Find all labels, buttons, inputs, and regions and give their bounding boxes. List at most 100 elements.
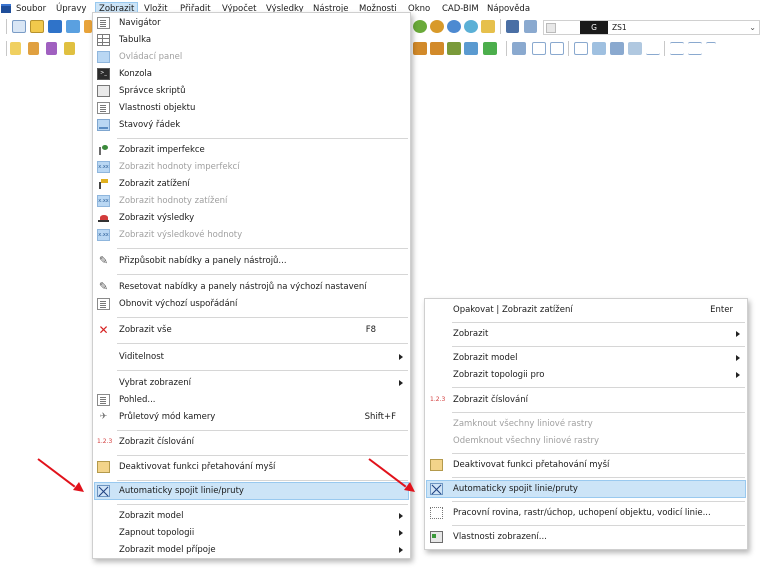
select-icon[interactable] xyxy=(10,42,21,55)
menu-item-object-properties[interactable]: Vlastnosti objektu xyxy=(93,100,410,116)
save-icon[interactable] xyxy=(48,20,62,33)
draw-icon[interactable] xyxy=(28,42,39,55)
print-icon[interactable] xyxy=(84,20,92,33)
menu-item-customize[interactable]: ✎ Přizpůsobit nabídky a panely nástrojů.… xyxy=(93,253,410,269)
menu-item-show-all[interactable]: ✕ Zobrazit vše F8 xyxy=(93,322,410,338)
plane-icon[interactable] xyxy=(550,42,564,55)
cloud-icon[interactable] xyxy=(592,42,606,55)
menu-item-visibility[interactable]: Viditelnost xyxy=(93,349,410,365)
support-icon[interactable] xyxy=(512,42,526,55)
context-item-show[interactable]: Zobrazit xyxy=(425,326,747,342)
menu-item-view[interactable]: Pohled... xyxy=(93,392,410,408)
menu-soubor[interactable]: Soubor xyxy=(13,3,49,15)
render-solid-icon[interactable] xyxy=(430,42,444,55)
menu-item-script-manager[interactable]: Správce skriptů xyxy=(93,83,410,99)
load-values-icon: x.xx xyxy=(97,195,110,207)
menu-separator xyxy=(117,430,408,431)
numbering-icon: 1.2.3 xyxy=(97,438,113,445)
zoom-icon[interactable] xyxy=(413,20,427,33)
menu-item-show-model[interactable]: Zobrazit model xyxy=(93,508,410,524)
toolbar-grip[interactable] xyxy=(6,19,7,34)
menu-item-control-panel[interactable]: Ovládací panel xyxy=(93,49,410,65)
load-case-combo[interactable]: G ZS1 ⌄ xyxy=(543,20,760,35)
render-icon[interactable] xyxy=(413,42,427,55)
menu-separator xyxy=(452,322,745,323)
numbering-icon: 1.2.3 xyxy=(430,396,446,403)
context-item-auto-connect[interactable]: Automaticky spojit linie/pruty xyxy=(425,481,747,497)
menu-cad-bim[interactable]: CAD-BIM xyxy=(439,3,482,15)
menu-item-camera-flight[interactable]: ✈ Průletový mód kamery Shift+F xyxy=(93,409,410,425)
guide-line-icon[interactable] xyxy=(670,42,684,55)
menu-item-label: Ovládací panel xyxy=(119,52,183,62)
member-icon[interactable] xyxy=(628,42,642,55)
context-item-numbering[interactable]: 1.2.3 Zobrazit číslování xyxy=(425,392,747,408)
context-item-unlock-grids[interactable]: Odemknout všechny liniové rastry xyxy=(425,433,747,449)
snap-icon[interactable] xyxy=(64,42,75,55)
magic-wand-icon[interactable] xyxy=(46,42,57,55)
save-all-icon[interactable] xyxy=(66,20,80,33)
open-folder-icon[interactable] xyxy=(30,20,44,33)
combo-color-swatch xyxy=(546,23,556,33)
context-item-show-model[interactable]: Zobrazit model xyxy=(425,350,747,366)
toolbar-overflow-icon[interactable] xyxy=(706,42,716,55)
render-wire-icon[interactable] xyxy=(447,42,461,55)
context-item-topology-for[interactable]: Zobrazit topologii pro xyxy=(425,367,747,383)
menu-item-label: Vybrat zobrazení xyxy=(119,378,191,388)
menu-napoveda[interactable]: Nápověda xyxy=(484,3,533,15)
menu-item-select-view[interactable]: Vybrat zobrazení xyxy=(93,375,410,391)
menu-upravy[interactable]: Úpravy xyxy=(53,3,89,15)
menu-separator xyxy=(452,387,745,388)
menu-item-show-imperfections[interactable]: Zobrazit imperfekce xyxy=(93,142,410,158)
context-item-disable-drag[interactable]: Deaktivovat funkci přetahování myší xyxy=(425,457,747,473)
filter-icon[interactable] xyxy=(464,42,478,55)
context-item-repeat[interactable]: Opakovat | Zobrazit zatížení Enter xyxy=(425,302,747,318)
submenu-arrow-icon xyxy=(399,354,403,360)
context-item-lock-grids[interactable]: Zamknout všechny liniové rastry xyxy=(425,416,747,432)
menu-item-status-bar[interactable]: Stavový řádek xyxy=(93,117,410,133)
menu-item-label: Průletový mód kamery xyxy=(119,412,216,422)
menu-item-reset-tools[interactable]: ✎ Resetovat nabídky a panely nástrojů na… xyxy=(93,279,410,295)
surface-icon[interactable] xyxy=(610,42,624,55)
zoom-window-icon[interactable] xyxy=(430,20,444,33)
app-icon[interactable] xyxy=(1,4,11,13)
menu-item-console[interactable]: >_ Konzola xyxy=(93,66,410,82)
toolbar-grip[interactable] xyxy=(6,41,7,56)
menu-item-label: Zobrazit hodnoty imperfekcí xyxy=(119,162,240,172)
menu-item-label: Zobrazit model xyxy=(453,353,518,363)
zoom-previous-icon[interactable] xyxy=(464,20,478,33)
menu-item-label: Stavový řádek xyxy=(119,120,181,130)
dimension-icon[interactable] xyxy=(646,42,660,55)
context-item-work-plane[interactable]: Pracovní rovina, rastr/úchop, uchopení o… xyxy=(425,505,747,521)
context-item-display-properties[interactable]: Vlastnosti zobrazení... xyxy=(425,529,747,545)
menu-item-label: Vlastnosti zobrazení... xyxy=(453,532,547,542)
menu-item-show-loads[interactable]: Zobrazit zatížení xyxy=(93,176,410,192)
zoom-all-icon[interactable] xyxy=(447,20,461,33)
menu-item-numbering[interactable]: 1.2.3 Zobrazit číslování xyxy=(93,434,410,450)
section-icon[interactable] xyxy=(532,42,546,55)
new-model-icon[interactable] xyxy=(12,20,26,33)
menu-item-imperfection-values[interactable]: x.xx Zobrazit hodnoty imperfekcí xyxy=(93,159,410,175)
chevron-down-icon[interactable]: ⌄ xyxy=(749,21,756,34)
screenshot-icon[interactable] xyxy=(481,20,495,33)
grid-line-icon[interactable] xyxy=(688,42,702,55)
line-icon[interactable] xyxy=(524,20,537,33)
menu-item-restore-layout[interactable]: Obnovit výchozí uspořádání xyxy=(93,296,410,312)
menu-item-label: Zobrazit xyxy=(453,329,489,339)
menu-item-load-values[interactable]: x.xx Zobrazit hodnoty zatížení xyxy=(93,193,410,209)
menu-item-disable-drag[interactable]: Deaktivovat funkci přetahování myší xyxy=(93,459,410,475)
mouse-drag-icon xyxy=(97,461,110,473)
restore-layout-icon xyxy=(97,298,110,310)
menu-item-label: Viditelnost xyxy=(119,352,165,362)
menu-item-topology[interactable]: Zapnout topologii xyxy=(93,525,410,541)
menu-item-connection-model[interactable]: Zobrazit model přípoje xyxy=(93,542,410,558)
visibility-icon[interactable] xyxy=(483,42,497,55)
menu-item-auto-connect[interactable]: Automaticky spojit linie/pruty xyxy=(93,483,410,499)
menu-item-table[interactable]: Tabulka xyxy=(93,32,410,48)
toolbar-separator xyxy=(664,41,665,56)
menu-item-result-values[interactable]: x.xx Zobrazit výsledkové hodnoty xyxy=(93,227,410,243)
view-icon xyxy=(97,394,110,406)
hinge-icon[interactable] xyxy=(574,42,588,55)
menu-item-navigator[interactable]: Navigátor xyxy=(93,15,410,31)
node-icon[interactable] xyxy=(506,20,519,33)
menu-item-show-results[interactable]: Zobrazit výsledky xyxy=(93,210,410,226)
